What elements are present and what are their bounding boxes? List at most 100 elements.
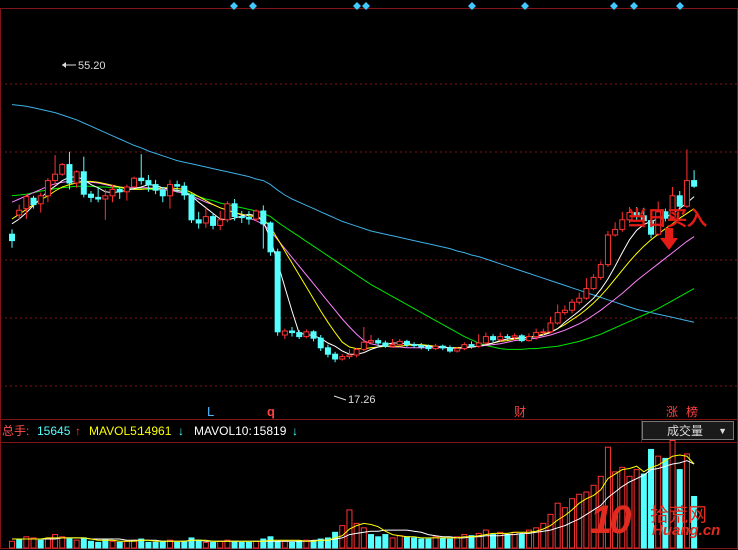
volume-bar <box>289 541 296 549</box>
volume-bar <box>396 535 403 549</box>
marker-finance[interactable]: 财 <box>514 405 526 419</box>
candle <box>597 261 604 280</box>
volume-bar <box>152 541 159 549</box>
candle <box>23 194 30 219</box>
candle <box>475 334 482 348</box>
candle-body <box>418 344 425 348</box>
candle-body <box>569 301 576 311</box>
candle <box>432 343 439 351</box>
ma10-line <box>11 180 695 350</box>
candle <box>676 191 683 209</box>
volume-bar <box>245 541 252 549</box>
candle-body <box>590 276 597 290</box>
candle <box>576 292 583 305</box>
volume-bar <box>52 534 59 549</box>
candle-body <box>303 331 310 338</box>
candle-body <box>152 184 159 191</box>
volume-bar <box>310 540 317 549</box>
candle-body <box>30 197 37 206</box>
candle-body <box>540 331 547 334</box>
candle <box>497 332 504 342</box>
candle-body <box>66 164 73 184</box>
volume-bar <box>411 537 418 549</box>
candle-body <box>619 219 626 230</box>
marker-l[interactable]: L <box>207 404 214 419</box>
candle <box>181 182 188 200</box>
volume-bar <box>95 541 102 549</box>
candle <box>461 342 468 351</box>
ma30-line <box>11 185 695 350</box>
chart-border <box>0 8 738 549</box>
candle-body <box>116 188 123 193</box>
volume-bar <box>281 540 288 549</box>
candle-body <box>475 342 482 347</box>
candle-body <box>561 309 568 314</box>
candle <box>332 351 339 363</box>
marker-zhang[interactable]: 涨 <box>666 404 678 419</box>
candle-body <box>181 185 188 196</box>
candle-body <box>332 353 339 360</box>
candle <box>289 327 296 337</box>
watermark-en-text: Huang.cn <box>652 522 721 539</box>
candle <box>224 201 231 223</box>
candle-body <box>597 264 604 278</box>
candle-body <box>368 340 374 343</box>
candle-body <box>59 164 66 175</box>
candle-body <box>317 337 324 349</box>
candle <box>131 176 138 188</box>
candle-body <box>683 180 690 207</box>
candle-body <box>16 209 23 216</box>
candle-body <box>353 348 360 356</box>
volume-bar <box>518 534 525 549</box>
volume-bar <box>188 537 195 549</box>
candle-body <box>403 340 410 346</box>
candle <box>95 187 102 203</box>
volume-bar <box>267 536 274 549</box>
watermark-digits: 10 <box>590 498 631 542</box>
candle <box>9 229 15 248</box>
candle-body <box>411 344 418 347</box>
candle <box>396 339 403 347</box>
volume-bar <box>490 534 497 549</box>
candle <box>518 334 525 343</box>
volume-bar <box>23 536 30 549</box>
volume-bar <box>109 540 116 549</box>
candle <box>353 347 360 358</box>
candle <box>217 211 224 231</box>
candle-body <box>454 348 461 352</box>
volume-bar <box>37 539 44 549</box>
candle-body <box>511 335 518 338</box>
indicator-select[interactable]: 成交量 ▼ <box>642 421 734 440</box>
volume-bar <box>368 534 374 549</box>
volume-header: 总手: 15645 ↑ MAVOL5: 14961 ↓ MAVOL10: 158… <box>0 420 738 442</box>
candle-body <box>210 216 217 226</box>
candle-body <box>138 177 145 182</box>
volume-bar <box>454 536 461 549</box>
candle <box>525 333 532 342</box>
candle-body <box>676 195 683 207</box>
volume-bar <box>375 536 382 549</box>
marker-q[interactable]: q <box>267 404 275 419</box>
candle-body <box>231 203 238 218</box>
volume-bar <box>497 531 504 549</box>
candle-body <box>382 342 389 347</box>
marker-bang[interactable]: 榜 <box>686 404 698 419</box>
candle-body <box>461 344 468 350</box>
candle <box>619 211 626 232</box>
candle <box>339 354 346 361</box>
candle <box>418 343 425 350</box>
candle-body <box>274 251 281 333</box>
volume-bar <box>116 541 123 549</box>
candle-body <box>432 345 439 350</box>
mavol5-label: MAVOL5: <box>89 424 141 438</box>
candle <box>482 332 489 345</box>
volume-bar <box>583 491 590 549</box>
candle-body <box>310 331 317 339</box>
candle-body <box>109 188 116 197</box>
candle-body <box>131 177 138 188</box>
low-price-label: 17.26 <box>348 394 376 406</box>
candle-body <box>195 219 202 224</box>
candle <box>554 304 561 325</box>
mavol10-value: 15819 <box>253 424 287 438</box>
volume-bar <box>425 538 432 549</box>
